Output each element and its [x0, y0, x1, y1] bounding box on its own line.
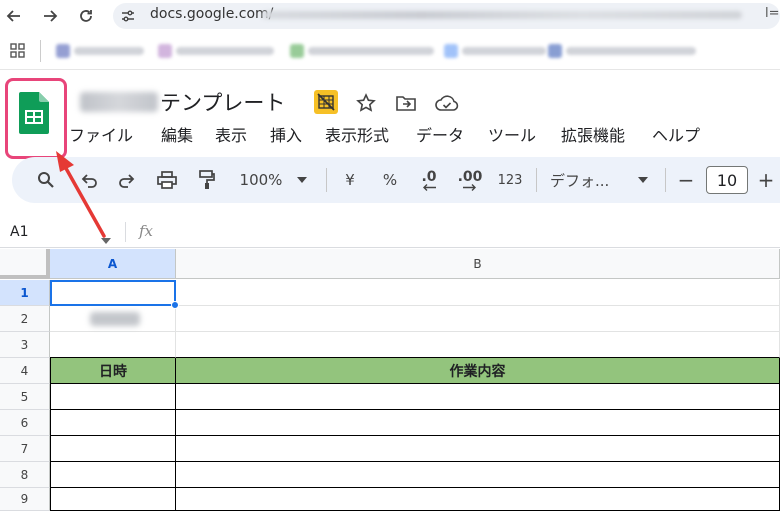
- toolbar-divider: [326, 168, 327, 192]
- right-arrow-icon: [463, 183, 476, 191]
- apps-grid-icon[interactable]: [10, 43, 26, 63]
- cell-a7[interactable]: [50, 436, 176, 462]
- undo-button[interactable]: [77, 168, 101, 192]
- sensitive-content-icon[interactable]: [314, 90, 338, 114]
- font-size-input[interactable]: 10: [706, 166, 748, 194]
- row-header-8[interactable]: 8: [0, 462, 50, 488]
- logo-highlight-box: [5, 78, 67, 159]
- forward-arrow-icon: [44, 10, 58, 22]
- url-tail: l=: [765, 6, 780, 21]
- increase-decimal-label: .00: [457, 168, 483, 185]
- back-arrow-icon: [6, 10, 20, 22]
- row-header-5[interactable]: 5: [0, 384, 50, 410]
- search-icon: [38, 172, 54, 188]
- cell-b8[interactable]: [176, 462, 780, 488]
- font-family-select[interactable]: デフォ...: [550, 168, 624, 192]
- star-icon[interactable]: [354, 91, 378, 115]
- cell-b7[interactable]: [176, 436, 780, 462]
- decrease-decimal-button[interactable]: .0: [414, 168, 444, 192]
- fill-handle[interactable]: [171, 301, 179, 309]
- url-text: docs.google.com/: [150, 6, 274, 22]
- zoom-value[interactable]: 100%: [236, 168, 286, 192]
- redo-icon: [119, 174, 135, 188]
- cell-a5[interactable]: [50, 384, 176, 410]
- bookmark-item[interactable]: [548, 43, 696, 59]
- column-header-a[interactable]: A: [50, 249, 176, 279]
- forward-button[interactable]: [38, 4, 62, 28]
- reload-icon: [80, 10, 92, 22]
- cell-a2-redacted: [90, 312, 140, 326]
- bookmark-item[interactable]: [56, 43, 144, 59]
- cell-a6[interactable]: [50, 410, 176, 436]
- paint-format-button[interactable]: [195, 168, 219, 192]
- cell-b3[interactable]: [176, 332, 780, 358]
- cell-a8[interactable]: [50, 462, 176, 488]
- currency-format-button[interactable]: ¥: [338, 168, 362, 192]
- percent-format-button[interactable]: %: [378, 168, 402, 192]
- menu-view[interactable]: 表示: [215, 122, 247, 146]
- increase-font-size-button[interactable]: +: [756, 168, 776, 192]
- cell-b9[interactable]: [176, 488, 780, 511]
- fx-icon: fx: [139, 222, 154, 240]
- menu-format[interactable]: 表示形式: [325, 122, 389, 146]
- cell-a3[interactable]: [50, 332, 176, 358]
- menu-data[interactable]: データ: [416, 122, 464, 146]
- row-header-9[interactable]: 9: [0, 488, 50, 511]
- formula-input[interactable]: [170, 218, 780, 246]
- bookmark-item[interactable]: [444, 43, 546, 59]
- menu-insert[interactable]: 挿入: [270, 122, 302, 146]
- row-header-6[interactable]: 6: [0, 410, 50, 436]
- row-header-3[interactable]: 3: [0, 332, 50, 358]
- redo-button[interactable]: [115, 168, 139, 192]
- decrease-decimal-label: .0: [421, 168, 437, 185]
- decrease-font-size-button[interactable]: −: [676, 168, 696, 192]
- site-info-icon[interactable]: [120, 8, 136, 28]
- select-all-corner[interactable]: [0, 249, 50, 279]
- cell-b5[interactable]: [176, 384, 780, 410]
- active-cell-outline: [50, 280, 176, 306]
- paint-roller-icon: [199, 170, 215, 189]
- menu-edit[interactable]: 編集: [161, 122, 193, 146]
- name-box[interactable]: A1: [10, 224, 28, 240]
- font-dropdown-icon[interactable]: [633, 168, 653, 192]
- formula-divider: [125, 222, 126, 242]
- bookmarks-divider: [40, 40, 41, 62]
- cloud-saved-icon[interactable]: [434, 91, 460, 115]
- column-header-b[interactable]: B: [176, 249, 780, 279]
- move-folder-icon[interactable]: [394, 91, 418, 115]
- menu-extensions[interactable]: 拡張機能: [561, 122, 625, 146]
- zoom-dropdown-icon[interactable]: [292, 168, 312, 192]
- back-button[interactable]: [2, 4, 26, 28]
- search-menus-button[interactable]: [34, 168, 58, 192]
- toolbar-divider: [665, 168, 666, 192]
- menu-file[interactable]: ファイル: [69, 122, 133, 146]
- toolbar-divider: [536, 168, 537, 192]
- row-header-4[interactable]: 4: [0, 358, 50, 384]
- bookmark-item[interactable]: [158, 43, 274, 59]
- url-redacted: [262, 11, 742, 19]
- undo-icon: [81, 174, 97, 188]
- more-formats-button[interactable]: 123: [495, 168, 525, 192]
- row-header-2[interactable]: 2: [0, 306, 50, 332]
- title-redacted: [80, 92, 158, 112]
- print-button[interactable]: [155, 168, 179, 192]
- document-title[interactable]: テンプレート: [160, 87, 285, 117]
- menu-tools[interactable]: ツール: [488, 122, 536, 146]
- cell-a4-header[interactable]: 日時: [50, 358, 176, 384]
- increase-decimal-button[interactable]: .00: [455, 168, 485, 192]
- bookmark-item[interactable]: [290, 43, 434, 59]
- cell-b2[interactable]: [176, 306, 780, 332]
- cell-b4-header[interactable]: 作業内容: [176, 358, 780, 384]
- print-icon: [157, 171, 177, 189]
- row-header-7[interactable]: 7: [0, 436, 50, 462]
- cell-b6[interactable]: [176, 410, 780, 436]
- reload-button[interactable]: [74, 4, 98, 28]
- cell-a9[interactable]: [50, 488, 176, 511]
- name-box-dropdown-icon[interactable]: [101, 229, 111, 248]
- cell-b1[interactable]: [176, 280, 780, 306]
- menu-help[interactable]: ヘルプ: [652, 122, 700, 146]
- row-header-1[interactable]: 1: [0, 280, 50, 306]
- left-arrow-icon: [423, 183, 436, 191]
